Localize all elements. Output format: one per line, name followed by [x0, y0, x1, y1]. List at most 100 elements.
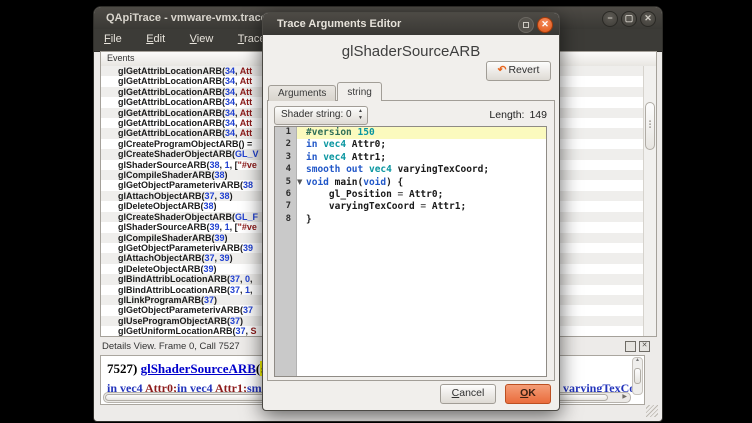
dock-float-icon[interactable]	[625, 341, 636, 352]
event-segment: 39	[210, 222, 220, 232]
grip-dots-icon: •••	[649, 122, 651, 131]
event-segment: 38	[220, 191, 230, 201]
trace-arguments-editor-dialog: Trace Arguments Editor ✕ glShaderSourceA…	[262, 12, 560, 411]
code-segment: gl_Position	[306, 189, 398, 200]
event-segment: glCompileShaderARB(	[118, 170, 215, 180]
tab-string[interactable]: string	[337, 82, 381, 101]
event-segment: Att	[240, 128, 253, 138]
scrollbar-thumb[interactable]: •••	[645, 102, 655, 150]
event-segment: Att	[240, 97, 253, 107]
cancel-button[interactable]: Cancel	[440, 384, 496, 404]
scrollbar-thumb[interactable]	[634, 368, 641, 384]
fold-marker-icon[interactable]: ▼	[297, 178, 302, 186]
ok-label: K	[528, 387, 536, 399]
details-segment: glShaderSourceARB	[141, 361, 256, 376]
event-segment: GL_F	[235, 212, 258, 222]
event-segment: glGetAttribLocationARB(	[118, 118, 225, 128]
code-segment: ) {	[386, 177, 403, 188]
details-view-label: Details View. Frame 0, Call 7527	[102, 341, 240, 352]
line-number: 4	[275, 164, 296, 176]
code-segment: void	[363, 177, 386, 188]
menu-view-mnemonic: V	[190, 33, 197, 45]
event-segment: GL_V	[235, 149, 259, 159]
ok-button[interactable]: OK	[505, 384, 551, 404]
dialog-restore-button[interactable]	[518, 17, 534, 33]
event-segment: Att	[240, 66, 253, 76]
event-segment: )	[214, 295, 217, 305]
details-vertical-scrollbar[interactable]: ▲	[632, 357, 643, 395]
event-segment: glCompileShaderARB(	[118, 233, 215, 243]
event-segment: glGetAttribLocationARB(	[118, 66, 225, 76]
string-tab-panel: Shader string: 0 ▲▼ Length: 149 12345678 …	[267, 100, 555, 381]
code-segment: vec4	[323, 139, 346, 150]
dialog-title: Trace Arguments Editor	[277, 18, 401, 30]
maximize-button[interactable]: ▢	[621, 11, 637, 27]
event-segment: 37	[204, 295, 214, 305]
event-segment: )	[230, 253, 233, 263]
event-segment: )	[214, 201, 217, 211]
event-segment: 34	[225, 66, 235, 76]
menu-view[interactable]: View	[180, 29, 224, 51]
event-segment: Att	[240, 108, 253, 118]
event-segment: ,	[250, 285, 253, 295]
event-segment: glGetAttribLocationARB(	[118, 108, 225, 118]
line-number: 1	[275, 127, 296, 139]
code-line: smooth out vec4 varyingTexCoord;	[297, 164, 546, 176]
minimize-button[interactable]: −	[602, 11, 618, 27]
event-segment: 34	[225, 128, 235, 138]
event-segment: 38	[243, 180, 253, 190]
event-segment: glDeleteObjectARB(	[118, 201, 204, 211]
length-row: Length: 149	[489, 109, 547, 121]
length-value: 149	[529, 109, 547, 121]
menu-file[interactable]: File	[94, 29, 132, 51]
undo-arrow-icon: ↶	[498, 64, 507, 76]
dialog-titlebar[interactable]: Trace Arguments Editor ✕	[263, 13, 559, 35]
line-number: 8	[275, 214, 296, 226]
dialog-close-button[interactable]: ✕	[537, 17, 553, 33]
dock-close-icon[interactable]: ✕	[639, 341, 650, 352]
shader-string-spinbox[interactable]: Shader string: 0 ▲▼	[274, 106, 368, 125]
length-label: Length:	[489, 109, 524, 121]
event-segment: glGetAttribLocationARB(	[118, 97, 225, 107]
scroll-right-arrow-icon[interactable]: ▶	[622, 393, 627, 401]
resize-grip[interactable]	[646, 405, 658, 417]
event-segment: glBindAttribLocationARB(	[118, 285, 230, 295]
event-segment: 34	[225, 76, 235, 86]
event-segment: 38	[204, 201, 214, 211]
code-line: varyingTexCoord = Attr1;	[297, 201, 546, 213]
code-segment: vec4	[369, 164, 392, 175]
event-segment: glCreateProgramObjectARB() =	[118, 139, 252, 149]
event-segment: glGetAttribLocationARB(	[118, 87, 225, 97]
event-segment: Att	[240, 76, 253, 86]
event-segment: "#ve	[238, 160, 257, 170]
event-segment: 37	[236, 326, 246, 336]
close-button[interactable]: ✕	[640, 11, 656, 27]
code-line: }	[297, 214, 546, 226]
spinner-arrows-icon[interactable]: ▲▼	[358, 108, 363, 122]
event-segment: 39	[204, 264, 214, 274]
event-segment: glGetObjectParameterivARB(	[118, 243, 243, 253]
event-segment: )	[225, 170, 228, 180]
shader-source-editor[interactable]: 12345678 #version 150in vec4 Attr0;in ve…	[274, 126, 547, 377]
event-segment: , [	[230, 222, 238, 232]
code-line: in vec4 Attr1;	[297, 152, 546, 164]
events-vertical-scrollbar[interactable]: •••	[643, 66, 656, 336]
event-segment: Att	[240, 87, 253, 97]
event-segment: glGetObjectParameterivARB(	[118, 305, 243, 315]
code-segment: Attr1;	[346, 152, 386, 163]
event-segment: 37	[230, 285, 240, 295]
event-segment: )	[240, 316, 243, 326]
event-segment: glGetAttribLocationARB(	[118, 128, 225, 138]
menu-edit[interactable]: Edit	[136, 29, 175, 51]
event-segment: 37	[205, 253, 215, 263]
code-segment: in	[306, 139, 317, 150]
details-segment: 7527)	[107, 361, 141, 376]
tab-arguments[interactable]: Arguments	[268, 85, 336, 101]
code-segment: vec4	[323, 152, 346, 163]
code-segment: varyingTexCoord	[306, 201, 420, 212]
revert-button[interactable]: ↶Revert	[486, 61, 551, 81]
event-segment: ,	[250, 274, 253, 284]
menu-file-label: ile	[111, 33, 122, 45]
line-number: 7	[275, 201, 296, 213]
code-area[interactable]: #version 150in vec4 Attr0;in vec4 Attr1;…	[297, 127, 546, 376]
